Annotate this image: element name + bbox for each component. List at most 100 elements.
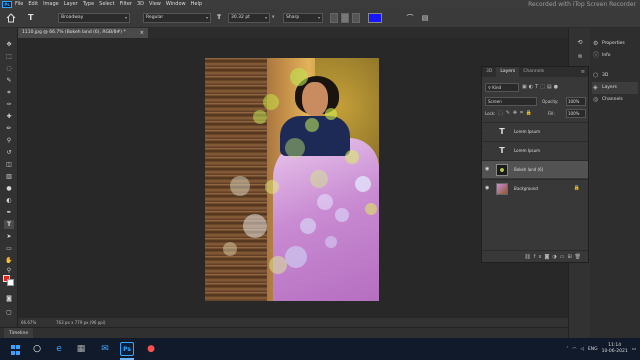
- fx-icon[interactable]: fx: [534, 254, 545, 260]
- network-icon[interactable]: ◠: [572, 347, 576, 352]
- pen-tool-icon[interactable]: ✒: [4, 208, 14, 217]
- gradient-tool-icon[interactable]: ▥: [4, 172, 14, 181]
- new-layer-icon[interactable]: ⊞: [567, 254, 574, 260]
- menu-image[interactable]: Image: [43, 0, 59, 9]
- layers-panel-tab[interactable]: ◈ Layers: [592, 82, 638, 94]
- eraser-tool-icon[interactable]: ◫: [4, 160, 14, 169]
- antialias-select[interactable]: Sharp: [283, 13, 323, 23]
- tab-3d[interactable]: 3D: [482, 67, 496, 77]
- font-family-select[interactable]: Broadway: [58, 13, 130, 23]
- document-canvas-image[interactable]: [205, 58, 379, 301]
- brush-tool-icon[interactable]: ✏: [4, 124, 14, 133]
- history-panel-icon[interactable]: ⟲: [575, 38, 585, 48]
- windows-start-icon[interactable]: [8, 342, 22, 356]
- blur-tool-icon[interactable]: ●: [4, 184, 14, 193]
- clock[interactable]: 11:14 10-06-2021: [602, 343, 628, 355]
- dodge-tool-icon[interactable]: ◐: [4, 196, 14, 205]
- align-center-button[interactable]: [341, 13, 349, 23]
- healing-tool-icon[interactable]: ✚: [4, 112, 14, 121]
- type-tool-icon[interactable]: T: [4, 220, 14, 229]
- warp-text-icon[interactable]: ⌒: [405, 13, 415, 23]
- zoom-level[interactable]: 66.67%: [21, 320, 36, 325]
- 3d-panel-tab[interactable]: ⬡ 3D: [592, 70, 638, 82]
- menu-help[interactable]: Help: [191, 0, 202, 9]
- brush-settings-icon[interactable]: ≋: [575, 52, 585, 62]
- eyedropper-tool-icon[interactable]: ✑: [4, 100, 14, 109]
- move-tool-icon[interactable]: ✥: [4, 40, 14, 49]
- layer-row-bokeh[interactable]: ◉ Bokeh land (6): [482, 160, 588, 178]
- layer-row-background[interactable]: ◉ Background 🔒: [482, 179, 588, 197]
- edge-browser-icon[interactable]: e: [52, 342, 66, 356]
- menu-view[interactable]: View: [149, 0, 161, 9]
- font-size-icon: T: [217, 14, 222, 21]
- type-tool-preset-icon[interactable]: T: [28, 13, 38, 23]
- photoshop-taskbar-icon[interactable]: Ps: [120, 342, 134, 356]
- zoom-tool-icon[interactable]: ⚲: [4, 266, 14, 275]
- eye-icon[interactable]: ◉: [485, 185, 489, 191]
- align-left-button[interactable]: [330, 13, 338, 23]
- shape-tool-icon[interactable]: ▭: [4, 244, 14, 253]
- document-info[interactable]: 763 px x 779 px (96 ppi): [56, 318, 105, 327]
- screen-mode-icon[interactable]: ▢: [4, 308, 14, 317]
- menu-window[interactable]: Window: [166, 0, 186, 9]
- layer-name: Bokeh land (6): [514, 167, 544, 172]
- lasso-tool-icon[interactable]: ◌: [4, 64, 14, 73]
- menu-filter[interactable]: Filter: [120, 0, 132, 9]
- marquee-tool-icon[interactable]: ⬚: [4, 52, 14, 61]
- document-tab[interactable]: 1110.jpg @ 66.7% (Bokeh land (6), RGB/8#…: [18, 28, 148, 38]
- photoshop-logo: Ps: [2, 1, 12, 8]
- recorder-taskbar-icon[interactable]: ●: [144, 342, 158, 356]
- layer-row-text-2[interactable]: · T Lorem Ipsum: [482, 141, 588, 159]
- tab-channels[interactable]: Channels: [519, 67, 548, 77]
- quick-select-tool-icon[interactable]: ✎: [4, 76, 14, 85]
- bokeh-light: [305, 118, 319, 132]
- volume-icon[interactable]: ◁: [580, 347, 583, 352]
- lock-label: Lock:: [485, 111, 496, 116]
- language-indicator[interactable]: ENG: [588, 347, 598, 352]
- layer-filter-icons[interactable]: ▣◐T⬚▤●: [522, 83, 586, 92]
- opacity-input[interactable]: 100%: [566, 97, 586, 106]
- menu-select[interactable]: Select: [99, 0, 114, 9]
- eye-icon-hidden[interactable]: ·: [485, 147, 487, 153]
- text-color-swatch[interactable]: [368, 13, 382, 23]
- adjustment-layer-icon[interactable]: ◑: [552, 254, 559, 260]
- character-panel-icon[interactable]: ▤: [420, 13, 430, 23]
- layer-row-text-1[interactable]: · T Lorem Ipsum: [482, 122, 588, 140]
- info-icon: ⓘ: [593, 52, 600, 59]
- font-size-select[interactable]: 30.32 pt: [228, 13, 270, 23]
- tray-arrow-icon[interactable]: ˄: [566, 347, 568, 352]
- mail-icon[interactable]: ✉: [98, 342, 112, 356]
- home-icon[interactable]: [6, 13, 16, 23]
- close-icon[interactable]: ×: [140, 28, 144, 38]
- menu-3d[interactable]: 3D: [137, 0, 144, 9]
- panel-menu-icon[interactable]: ≡: [581, 67, 588, 77]
- delete-layer-icon[interactable]: 🗑: [575, 254, 584, 260]
- task-view-icon[interactable]: ▦: [74, 342, 88, 356]
- fill-input[interactable]: 100%: [566, 109, 586, 118]
- align-right-button[interactable]: [352, 13, 360, 23]
- menu-type[interactable]: Type: [83, 0, 94, 9]
- properties-panel-tab[interactable]: ⚙ Properties: [592, 38, 638, 50]
- eye-icon-hidden[interactable]: ·: [485, 128, 487, 134]
- font-style-select[interactable]: Regular: [143, 13, 211, 23]
- background-color-swatch[interactable]: [7, 279, 14, 286]
- channels-panel-tab[interactable]: ◎ Channels: [592, 94, 638, 106]
- notifications-icon[interactable]: ▭: [632, 347, 636, 352]
- search-icon[interactable]: ○: [30, 342, 44, 356]
- crop-tool-icon[interactable]: ⌗: [4, 88, 14, 97]
- tab-layers[interactable]: Layers: [496, 67, 520, 77]
- eye-icon[interactable]: ◉: [485, 166, 489, 172]
- history-brush-tool-icon[interactable]: ↺: [4, 148, 14, 157]
- clone-stamp-tool-icon[interactable]: ⚲: [4, 136, 14, 145]
- lock-icons[interactable]: ⬚✎✥⌗🔒: [498, 109, 535, 118]
- menu-edit[interactable]: Edit: [28, 0, 38, 9]
- layer-filter-kind-select[interactable]: ⚲ Kind: [485, 83, 519, 92]
- info-panel-tab[interactable]: ⓘ Info: [592, 50, 638, 62]
- menu-layer[interactable]: Layer: [64, 0, 78, 9]
- blend-mode-select[interactable]: Screen: [485, 97, 537, 106]
- hand-tool-icon[interactable]: ✋: [4, 256, 14, 265]
- menu-file[interactable]: File: [15, 0, 23, 9]
- quick-mask-icon[interactable]: ◙: [4, 294, 14, 303]
- link-layers-icon[interactable]: ⛓: [524, 254, 533, 260]
- path-select-tool-icon[interactable]: ➤: [4, 232, 14, 241]
